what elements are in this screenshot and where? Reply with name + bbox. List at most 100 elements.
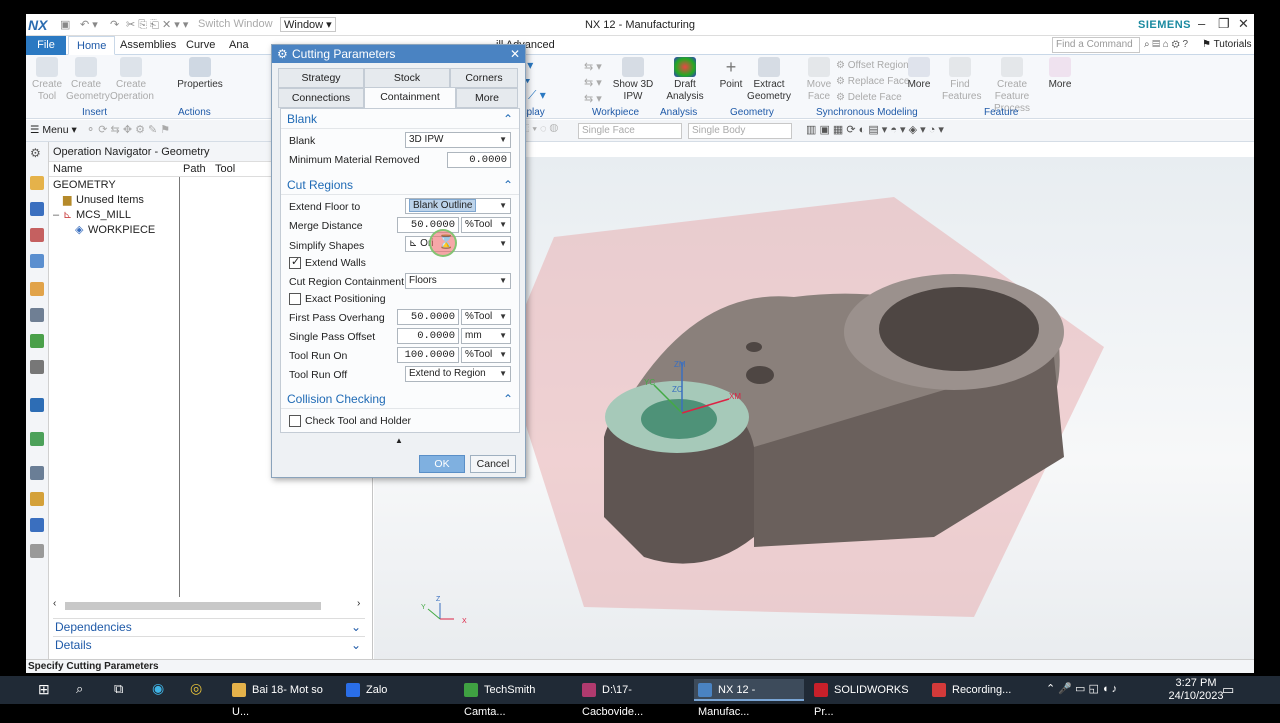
single-pass-input[interactable]: 0.0000 (397, 328, 459, 344)
program-order-icon[interactable] (30, 176, 44, 190)
roles-icon[interactable] (30, 492, 44, 506)
view-tools[interactable]: ▥ ▣ ▦ ⟳ ◐ ▤ ▾ ◓ ▾ ◈ ▾ ◔ ▾ (806, 123, 944, 136)
taskbar-app[interactable]: SOLIDWORKS Pr... (810, 679, 920, 718)
taskbar-app[interactable]: D:\17-Cacbovide... (578, 679, 688, 718)
sync-face-tools[interactable]: ⚙ Offset Region ⚙ Replace Face ⚙ Delete … (836, 58, 909, 106)
single-pass-unit-select[interactable]: mm ▼ (461, 328, 511, 344)
collapse-caret-icon[interactable]: ⌃ (503, 175, 513, 195)
properties-button[interactable]: Properties (176, 57, 224, 91)
snap-tools[interactable]: ⚬ ⟳ ⇆ ✥ ⚙ ✎ ⚑ (86, 123, 170, 136)
clock-icon[interactable] (30, 466, 44, 480)
library-icon[interactable] (30, 334, 44, 348)
taskbar-app[interactable]: Recording... (928, 679, 1038, 701)
taskbar-app[interactable]: Bai 18- Mot so U... (228, 679, 338, 718)
column-name[interactable]: Name (53, 163, 82, 175)
settings-icon[interactable]: ⚙ (30, 146, 44, 160)
scroll-left-icon[interactable]: ‹ (53, 598, 56, 609)
tools-icon[interactable] (30, 544, 44, 558)
tab-more[interactable]: More (456, 88, 518, 108)
min-material-input[interactable]: 0.0000 (447, 152, 511, 168)
show-3d-ipw-button[interactable]: Show 3D IPW (612, 57, 654, 103)
chevron-down-icon[interactable]: ⌄ (351, 619, 361, 636)
notifications-icon[interactable]: ▭ (1222, 682, 1234, 698)
tab-analysis[interactable]: Ana (221, 36, 257, 55)
extend-floor-select[interactable]: Blank Outline ▼ (405, 198, 511, 214)
collapse-caret-icon[interactable]: ⌃ (503, 109, 513, 129)
run-on-input[interactable]: 100.0000 (397, 347, 459, 363)
create-geometry-button[interactable]: Create Geometry (66, 57, 110, 103)
find-features-button[interactable]: Find Features (942, 57, 981, 103)
cut-regions-section-header[interactable]: Cut Regions ⌃ (281, 175, 519, 195)
search-icon[interactable]: ⌕ (76, 681, 83, 697)
ok-button[interactable]: OK (419, 455, 465, 473)
dependencies-panel[interactable]: Dependencies ⌄ (53, 618, 365, 635)
scroll-thumb[interactable] (65, 602, 321, 610)
merge-distance-unit-select[interactable]: %Tool ▼ (461, 217, 511, 233)
replace-face-item[interactable]: ⚙ Replace Face (836, 74, 909, 90)
tray-icons[interactable]: ⌃ 🎤 ▭ ◱ ◖ ♪ (1046, 682, 1117, 695)
taskbar-app-nx[interactable]: NX 12 - Manufac... (694, 679, 804, 718)
cancel-button[interactable]: Cancel (470, 455, 516, 473)
create-tool-button[interactable]: Create Tool (32, 57, 62, 103)
delete-face-item[interactable]: ⚙ Delete Face (836, 90, 909, 106)
assembly-navigator-icon[interactable] (30, 308, 44, 322)
sync-more-button[interactable]: More (906, 57, 932, 91)
containment-select[interactable]: Floors ▼ (405, 273, 511, 289)
palette-icon[interactable] (30, 432, 44, 446)
taskbar-app[interactable]: TechSmith Camta... (460, 679, 570, 718)
clock[interactable]: 3:27 PM 24/10/2023 (1168, 677, 1224, 703)
web-browser-icon[interactable] (30, 398, 44, 412)
dialog-title-bar[interactable]: ⚙ Cutting Parameters ✕ (272, 45, 525, 63)
check-tool-checkbox[interactable] (289, 415, 301, 427)
restore-button[interactable]: ❐ (1218, 16, 1230, 32)
tab-connections[interactable]: Connections (278, 88, 364, 108)
collapse-caret-icon[interactable]: ⌃ (503, 389, 513, 409)
move-face-button[interactable]: Move Face (806, 57, 832, 103)
task-view-icon[interactable]: ⧉ (114, 681, 123, 697)
point-button[interactable]: + Point (716, 57, 746, 91)
offset-region-item[interactable]: ⚙ Offset Region (836, 58, 909, 74)
method-view-icon[interactable] (30, 254, 44, 268)
edge-icon[interactable]: ◉ (152, 680, 164, 697)
blank-select[interactable]: 3D IPW ▼ (405, 132, 511, 148)
blank-section-header[interactable]: Blank ⌃ (281, 109, 519, 129)
process-studio-icon[interactable] (30, 518, 44, 532)
collapse-dialog-icon[interactable]: ▲ (395, 436, 403, 445)
tab-home[interactable]: Home (68, 36, 116, 55)
close-button[interactable]: ✕ (1238, 16, 1249, 32)
tab-stock[interactable]: Stock (364, 68, 450, 88)
extract-geometry-button[interactable]: Extract Geometry (744, 57, 794, 103)
exact-positioning-checkbox[interactable] (289, 293, 301, 305)
taskbar-app[interactable]: Zalo (342, 679, 452, 701)
geometry-view-icon[interactable] (30, 228, 44, 242)
scroll-right-icon[interactable]: › (357, 598, 360, 609)
tab-containment[interactable]: Containment (364, 87, 456, 109)
collision-section-header[interactable]: Collision Checking ⌃ (281, 389, 519, 409)
simplify-shapes-select[interactable]: ⊾ Ori ▼ (405, 236, 511, 252)
collapse-icon[interactable]: – (53, 208, 59, 223)
chevron-down-icon[interactable]: ⌄ (351, 637, 361, 654)
feature-more-button[interactable]: More (1046, 57, 1074, 91)
face-filter-select[interactable]: Single Face (578, 123, 682, 139)
extend-walls-checkbox[interactable]: ✓ (289, 256, 301, 269)
draft-analysis-button[interactable]: Draft Analysis (664, 57, 706, 103)
machine-tool-icon[interactable] (30, 202, 44, 216)
first-pass-input[interactable]: 50.0000 (397, 309, 459, 325)
windows-start-icon[interactable]: ⊞ (38, 681, 50, 698)
horizontal-scrollbar[interactable]: ‹ › (53, 598, 365, 612)
column-tool[interactable]: Tool (215, 163, 235, 175)
details-panel[interactable]: Details ⌄ (53, 636, 365, 653)
tab-strategy[interactable]: Strategy (278, 68, 364, 88)
column-path[interactable]: Path (183, 163, 206, 175)
search-icon[interactable]: ⌕ ▤ ⌂ ⚙ ? (1144, 39, 1188, 50)
run-off-select[interactable]: Extend to Region ▼ (405, 366, 511, 382)
run-on-unit-select[interactable]: %Tool ▼ (461, 347, 511, 363)
body-filter-select[interactable]: Single Body (688, 123, 792, 139)
tab-file[interactable]: File (26, 36, 66, 55)
history-icon[interactable] (30, 360, 44, 374)
create-operation-button[interactable]: Create Operation (110, 57, 154, 103)
close-icon[interactable]: ✕ (510, 45, 520, 63)
menu-button[interactable]: ☰ Menu ▾ (30, 124, 77, 136)
tab-assemblies[interactable]: Assemblies (112, 36, 184, 55)
minimize-button[interactable]: – (1198, 16, 1205, 31)
